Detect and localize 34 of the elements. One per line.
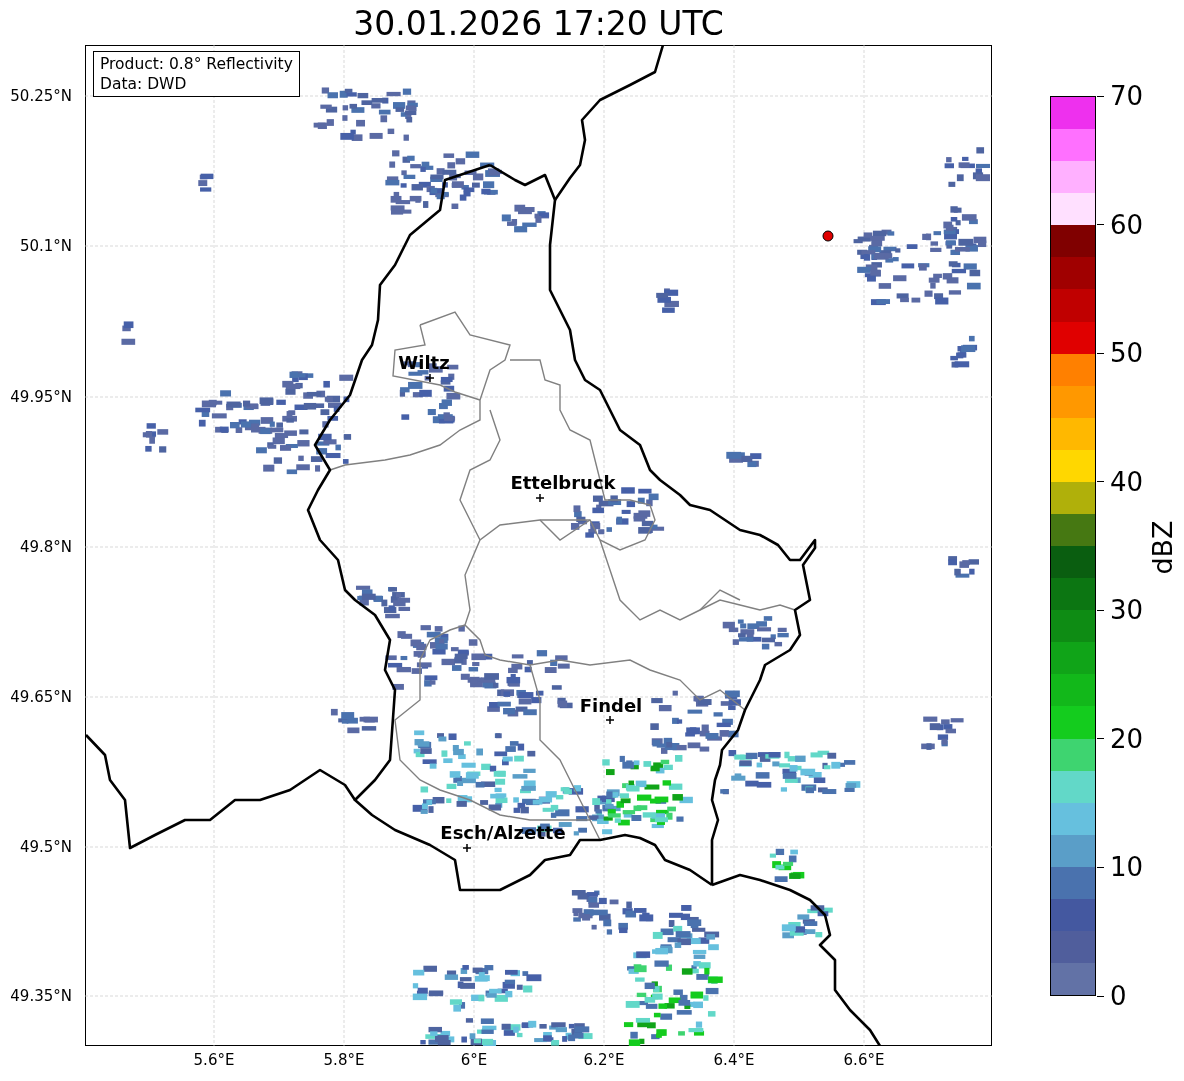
x-tick-label: 6.2°E [583, 1051, 625, 1069]
colorbar-tick-label: 60 [1110, 209, 1144, 240]
x-tick-label: 6.4°E [713, 1051, 755, 1069]
x-tick-label: 5.8°E [323, 1051, 365, 1069]
radar-site-marker [822, 230, 834, 242]
y-tick-label: 50.1°N [19, 237, 72, 255]
y-tick-label: 49.35°N [10, 987, 72, 1005]
colorbar-tick-label: 0 [1110, 981, 1127, 1011]
colorbar-tick-label: 70 [1110, 81, 1144, 111]
colorbar-tick-label: 50 [1110, 338, 1144, 369]
y-tick-label: 50.25°N [10, 87, 72, 105]
x-tick-label: 5.6°E [193, 1051, 235, 1069]
colorbar-tick-label: 20 [1110, 723, 1144, 754]
city-label: Findel [579, 694, 643, 716]
colorbar-tick-label: 40 [1110, 466, 1144, 497]
colorbar-label: dBZ [1146, 520, 1178, 575]
city-label: Ettelbruck [510, 471, 616, 493]
city-marker-icon [535, 493, 545, 503]
colorbar-tick-label: 10 [1110, 852, 1144, 883]
x-tick-label: 6.6°E [843, 1051, 885, 1069]
city-label: Wiltz [398, 351, 450, 373]
city-marker-icon [425, 373, 435, 383]
chart-title: 30.01.2026 17:20 UTC [352, 4, 725, 44]
y-tick-label: 49.8°N [19, 538, 72, 556]
colorbar-tick-label: 30 [1110, 595, 1144, 626]
info-text: Data: DWD [100, 74, 188, 94]
city-marker-icon [462, 843, 472, 853]
x-tick-label: 6°E [460, 1051, 488, 1069]
y-tick-label: 49.5°N [19, 838, 72, 856]
city-marker-icon [605, 715, 615, 725]
city-label: Esch/Alzette [440, 821, 566, 843]
y-tick-label: 49.65°N [10, 688, 72, 706]
info-text: Product: 0.8° Reflectivity [100, 54, 293, 74]
y-tick-label: 49.95°N [10, 388, 72, 406]
